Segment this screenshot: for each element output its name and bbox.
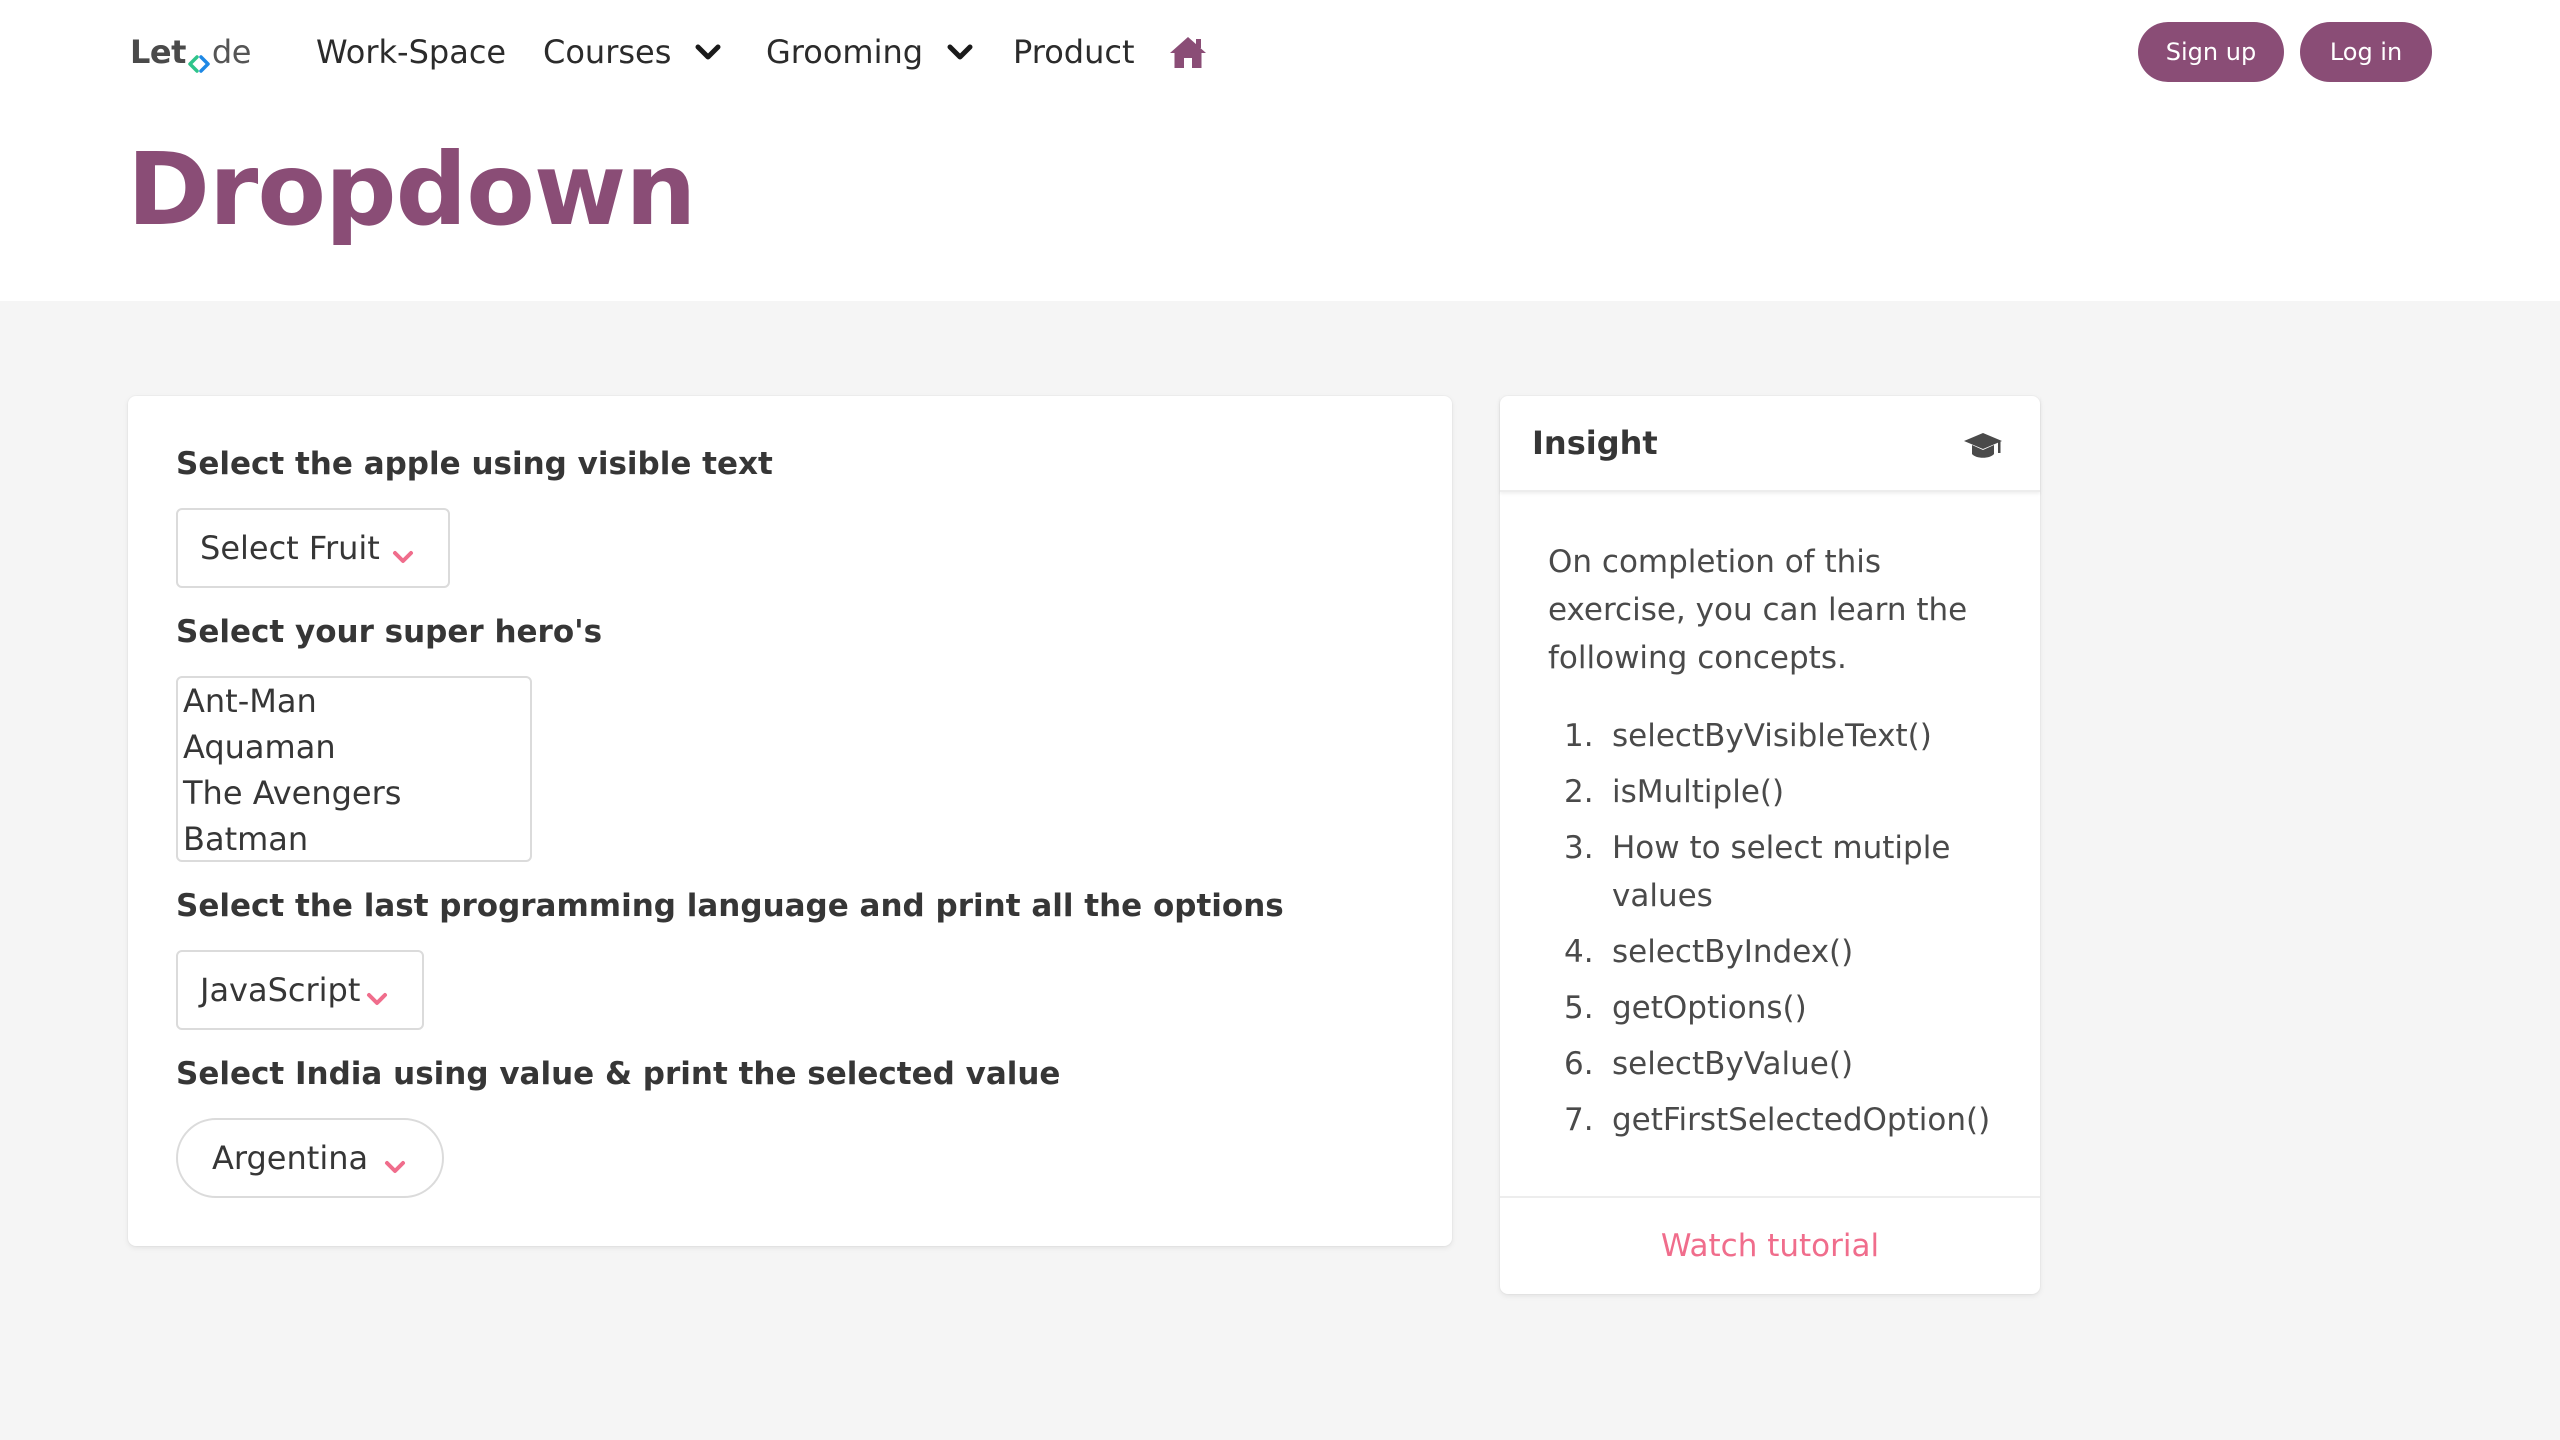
fruit-label: Select the apple using visible text <box>176 446 773 482</box>
language-select-value: JavaScript <box>200 971 361 1009</box>
concept-item: 4. selectByIndex() <box>1564 934 1854 970</box>
fruit-select[interactable]: Select Fruit <box>176 508 450 588</box>
chevron-down-icon <box>392 538 414 563</box>
fruit-select-value: Select Fruit <box>200 529 380 567</box>
nav-grooming-label: Grooming <box>766 33 924 71</box>
navbar: Let de Work-Space Courses Grooming Produ… <box>0 0 2560 104</box>
brand-text-bold: Let <box>130 33 186 71</box>
hero-label: Select your super hero's <box>176 614 603 650</box>
dropdown-form-card: Select the apple using visible text Sele… <box>128 396 1452 1246</box>
watch-tutorial-link[interactable]: Watch tutorial <box>1661 1228 1879 1264</box>
nav-product[interactable]: Product <box>1013 26 1135 78</box>
page-title: Dropdown <box>127 131 696 248</box>
hero-option[interactable]: Ant-Man <box>178 678 530 724</box>
country-label: Select India using value & print the sel… <box>176 1056 1061 1092</box>
concept-list: 1. selectByVisibleText() 2. isMultiple() 3… <box>1564 712 2004 1152</box>
insight-title: Insight <box>1532 424 1658 462</box>
nav-grooming[interactable]: Grooming <box>766 26 977 78</box>
nav-workspace[interactable]: Work-Space <box>316 26 506 78</box>
brand-text-rest: de <box>211 33 252 71</box>
home-icon[interactable] <box>1168 34 1208 70</box>
language-label: Select the last programming language and… <box>176 888 1284 924</box>
hero-option[interactable]: The Avengers <box>178 770 530 816</box>
concept-item: 5. getOptions() <box>1564 990 1807 1026</box>
brand-code-icon <box>187 43 211 73</box>
chevron-down-icon <box>384 1148 406 1173</box>
nav-courses-label: Courses <box>543 33 672 71</box>
insight-footer: Watch tutorial <box>1500 1196 2040 1294</box>
concept-item: 1. selectByVisibleText() <box>1564 718 1932 754</box>
hero-option[interactable]: Batman <box>178 816 530 860</box>
brand-logo[interactable]: Let de <box>130 30 251 74</box>
chevron-down-icon <box>943 35 977 69</box>
login-button[interactable]: Log in <box>2300 22 2432 82</box>
language-select[interactable]: JavaScript <box>176 950 424 1030</box>
country-select-value: Argentina <box>212 1139 369 1177</box>
chevron-down-icon <box>691 35 725 69</box>
insight-card: Insight On completion of this exercise, … <box>1500 396 2040 1294</box>
chevron-down-icon <box>366 980 388 1005</box>
nav-courses[interactable]: Courses <box>543 26 725 78</box>
insight-description: On completion of this exercise, you can … <box>1548 544 1968 676</box>
hero-multiselect[interactable]: Ant-Man Aquaman The Avengers Batman <box>176 676 532 862</box>
concept-item: 3. How to select mutiple values <box>1564 830 1951 914</box>
hero-option[interactable]: Aquaman <box>178 724 530 770</box>
country-select[interactable]: Argentina <box>176 1118 444 1198</box>
insight-header: Insight <box>1500 396 2040 492</box>
concept-item: 2. isMultiple() <box>1564 774 1785 810</box>
graduation-cap-icon <box>1962 430 2004 462</box>
concept-item: 6. selectByValue() <box>1564 1046 1854 1082</box>
concept-item: 7. getFirstSelectedOption() <box>1564 1102 1991 1138</box>
signup-button[interactable]: Sign up <box>2138 22 2284 82</box>
